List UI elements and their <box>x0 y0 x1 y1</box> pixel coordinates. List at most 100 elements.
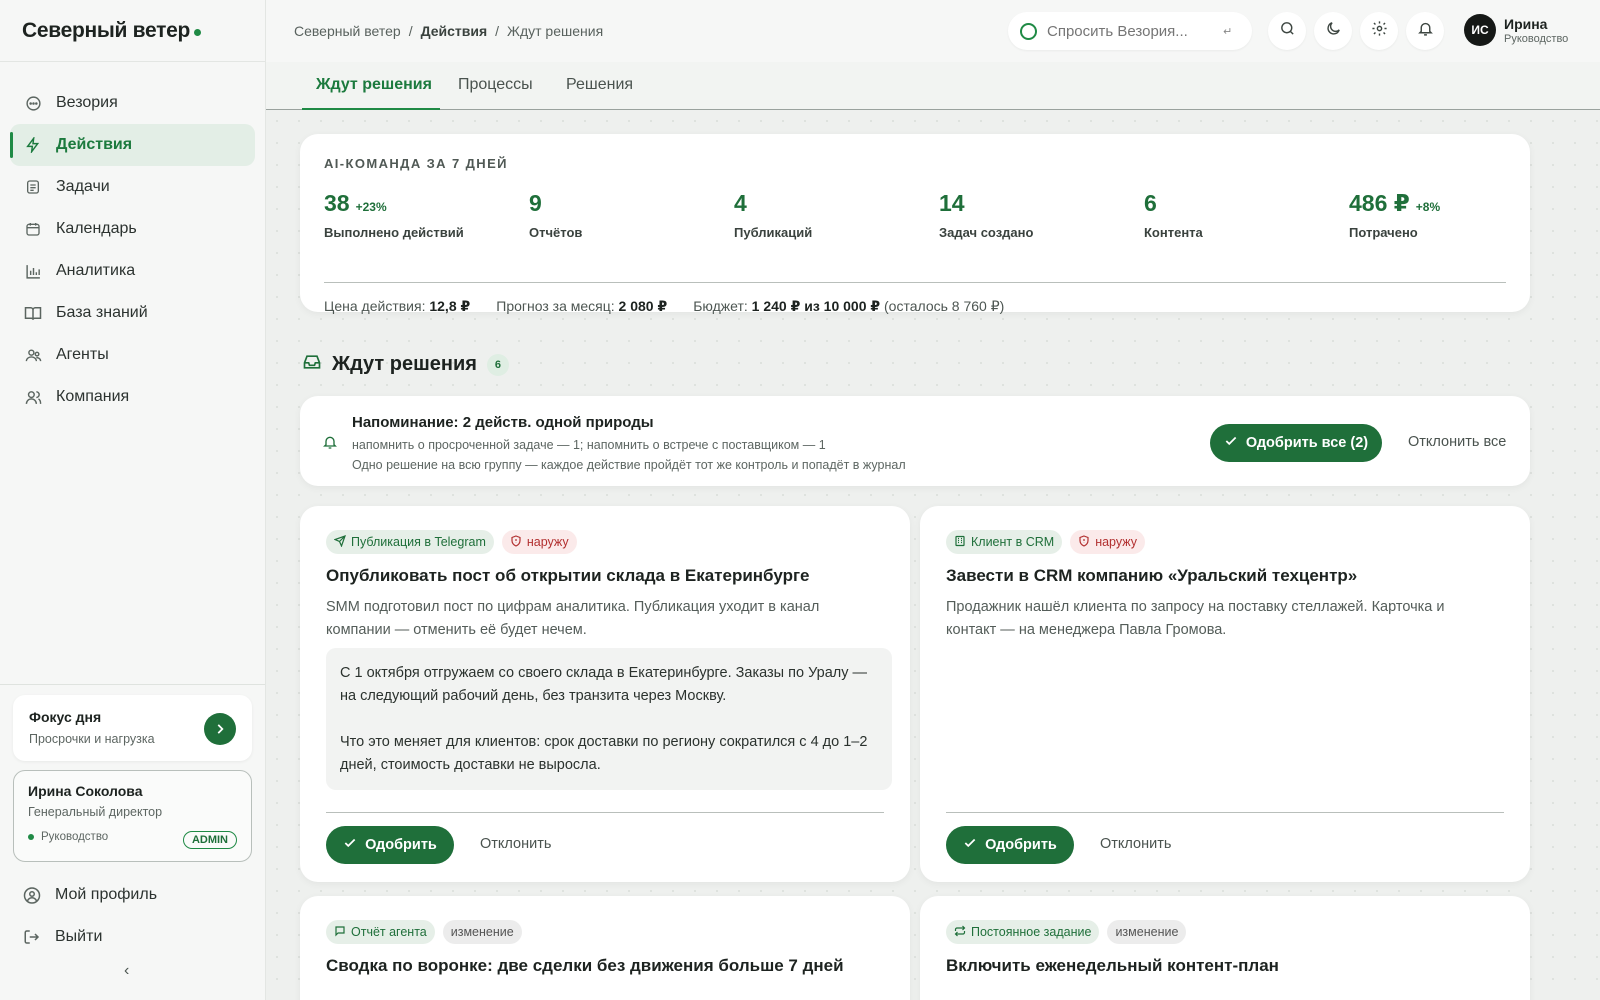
risk-tag: наружу <box>501 530 577 554</box>
check-icon <box>343 836 357 854</box>
moon-icon <box>1325 20 1342 42</box>
preview-paragraph: Что это меняет для клиентов: срок достав… <box>340 734 868 773</box>
bell-icon <box>322 434 338 455</box>
settings-button[interactable] <box>1360 12 1398 50</box>
section-header: Ждут решения 6 <box>302 352 509 377</box>
action-description: SMM подготовил пост по цифрам аналитика.… <box>326 599 820 638</box>
type-tag: Отчёт агента <box>326 920 435 944</box>
stat-caption: Выполнено действий <box>324 225 464 240</box>
user-card[interactable]: Ирина Соколова Генеральный директор Руко… <box>13 770 252 862</box>
stat-tasks-created: 14 Задач создано <box>939 190 1033 240</box>
brand-logo[interactable]: Северный ветер <box>0 0 265 62</box>
section-title: Ждут решения <box>332 353 477 375</box>
search-button[interactable] <box>1268 12 1306 50</box>
divider <box>326 812 884 813</box>
count-badge: 6 <box>486 353 509 376</box>
check-icon <box>963 836 977 854</box>
user-name: Ирина Соколова <box>28 783 143 799</box>
reminder-group-card: Напоминание: 2 действ. одной природы нап… <box>300 396 1530 486</box>
stat-publications: 4 Публикаций <box>734 190 812 240</box>
action-card: Постоянное задание изменение Включить еж… <box>920 896 1530 1000</box>
stats-label: AI-КОМАНДА ЗА 7 ДНЕЙ <box>324 156 508 171</box>
chevron-left-icon: ‹ <box>124 962 130 979</box>
top-user-name: Ирина <box>1504 16 1548 32</box>
reject-all-button[interactable]: Отклонить все <box>1408 434 1506 450</box>
stat-value: 4 <box>734 190 747 216</box>
action-card: Публикация в Telegram наружу Опубликоват… <box>300 506 910 882</box>
change-tag: изменение <box>442 920 522 944</box>
stat-spent: 486 ₽ +8% Потрачено <box>1349 190 1440 240</box>
sidebar-item-actions[interactable]: Действия <box>10 124 255 166</box>
notifications-button[interactable] <box>1406 12 1444 50</box>
action-card: Клиент в CRM наружу Завести в CRM компан… <box>920 506 1530 882</box>
chevron-right-icon[interactable] <box>204 713 236 745</box>
stat-value: 486 ₽ +8% <box>1349 190 1441 216</box>
sidebar-item-tasks[interactable]: Задачи <box>10 166 255 208</box>
sidebar-item-label: Аналитика <box>56 262 136 279</box>
reject-button[interactable]: Отклонить <box>480 836 551 852</box>
approve-button[interactable]: Одобрить <box>946 826 1074 864</box>
theme-toggle-button[interactable] <box>1314 12 1352 50</box>
action-description: Продажник нашёл клиента по запросу на по… <box>946 599 1445 638</box>
sidebar-item-label: База знаний <box>56 304 148 321</box>
sidebar-item-calendar[interactable]: Календарь <box>10 208 255 250</box>
send-icon <box>333 534 346 550</box>
action-title: Сводка по воронке: две сделки без движен… <box>326 956 844 975</box>
type-tag: Постоянное задание <box>946 920 1100 944</box>
approve-label: Одобрить <box>365 837 437 853</box>
chart-icon <box>24 262 42 280</box>
gear-icon <box>1371 20 1388 42</box>
sidebar-item-company[interactable]: Компания <box>10 376 255 418</box>
sidebar-bottom: Фокус дня Просрочки и нагрузка Ирина Сок… <box>0 684 265 958</box>
assistant-status-icon <box>1020 22 1037 40</box>
stat-value: 6 <box>1144 190 1157 216</box>
building-icon <box>954 535 966 550</box>
sidebar-item-label: Календарь <box>56 220 137 237</box>
ask-assistant-box[interactable]: ↵ <box>1008 12 1252 50</box>
tab-awaiting-decision[interactable]: Ждут решения <box>316 76 432 94</box>
approve-all-button[interactable]: Одобрить все (2) <box>1210 424 1382 462</box>
stat-caption: Задач создано <box>939 225 1034 240</box>
action-card: Отчёт агента изменение Сводка по воронке… <box>300 896 910 1000</box>
budget: Бюджет: 1 240 ₽ из 10 000 ₽ (осталось 8 … <box>693 298 1005 314</box>
sidebar-item-label: Выйти <box>55 928 103 945</box>
type-tag: Публикация в Telegram <box>326 530 494 554</box>
sidebar-item-vezoria[interactable]: Везория <box>10 82 255 124</box>
stat-delta: +8% <box>1415 200 1441 214</box>
sidebar-item-agents[interactable]: Агенты <box>10 334 255 376</box>
collapse-sidebar-button[interactable]: ‹ <box>124 962 129 980</box>
avatar[interactable]: ИС <box>1464 14 1496 46</box>
sidebar-item-analytics[interactable]: Аналитика <box>10 250 255 292</box>
sidebar-item-label: Действия <box>56 136 133 153</box>
tab-processes[interactable]: Процессы <box>458 76 533 94</box>
change-tag: изменение <box>1107 920 1187 944</box>
brand-dot <box>193 29 201 36</box>
brand-name: Северный ветер <box>22 18 190 42</box>
tasks-icon <box>24 178 42 196</box>
approve-button[interactable]: Одобрить <box>326 826 454 864</box>
action-title: Включить еженедельный контент-план <box>946 956 1279 975</box>
stat-caption: Контента <box>1144 225 1203 240</box>
sidebar-item-profile[interactable]: Мой профиль <box>13 874 252 916</box>
tab-decisions[interactable]: Решения <box>566 76 633 94</box>
calendar-icon <box>24 220 42 238</box>
reject-button[interactable]: Отклонить <box>1100 836 1171 852</box>
stat-reports: 9 Отчётов <box>529 190 582 240</box>
shield-icon <box>510 534 522 550</box>
sidebar-nav: Везория Действия Задачи Календарь Аналит… <box>0 62 265 418</box>
repeat-icon <box>954 925 966 940</box>
inbox-icon <box>302 352 322 377</box>
stat-caption: Публикаций <box>734 225 813 240</box>
sidebar-item-label: Компания <box>56 388 130 405</box>
focus-of-day-card[interactable]: Фокус дня Просрочки и нагрузка <box>13 695 252 761</box>
month-forecast: Прогноз за месяц: 2 080 ₽ <box>496 298 668 314</box>
breadcrumb-root[interactable]: Северный ветер <box>294 23 401 39</box>
type-tag: Клиент в CRM <box>946 530 1063 554</box>
sidebar-item-label: Задачи <box>56 178 110 195</box>
agents-icon <box>24 346 42 364</box>
sidebar-item-logout[interactable]: Выйти <box>13 916 252 958</box>
logout-icon <box>23 928 41 946</box>
breadcrumb-actions[interactable]: Действия <box>421 23 488 39</box>
sidebar-item-knowledge-base[interactable]: База знаний <box>10 292 255 334</box>
ask-assistant-input[interactable] <box>1047 22 1217 40</box>
